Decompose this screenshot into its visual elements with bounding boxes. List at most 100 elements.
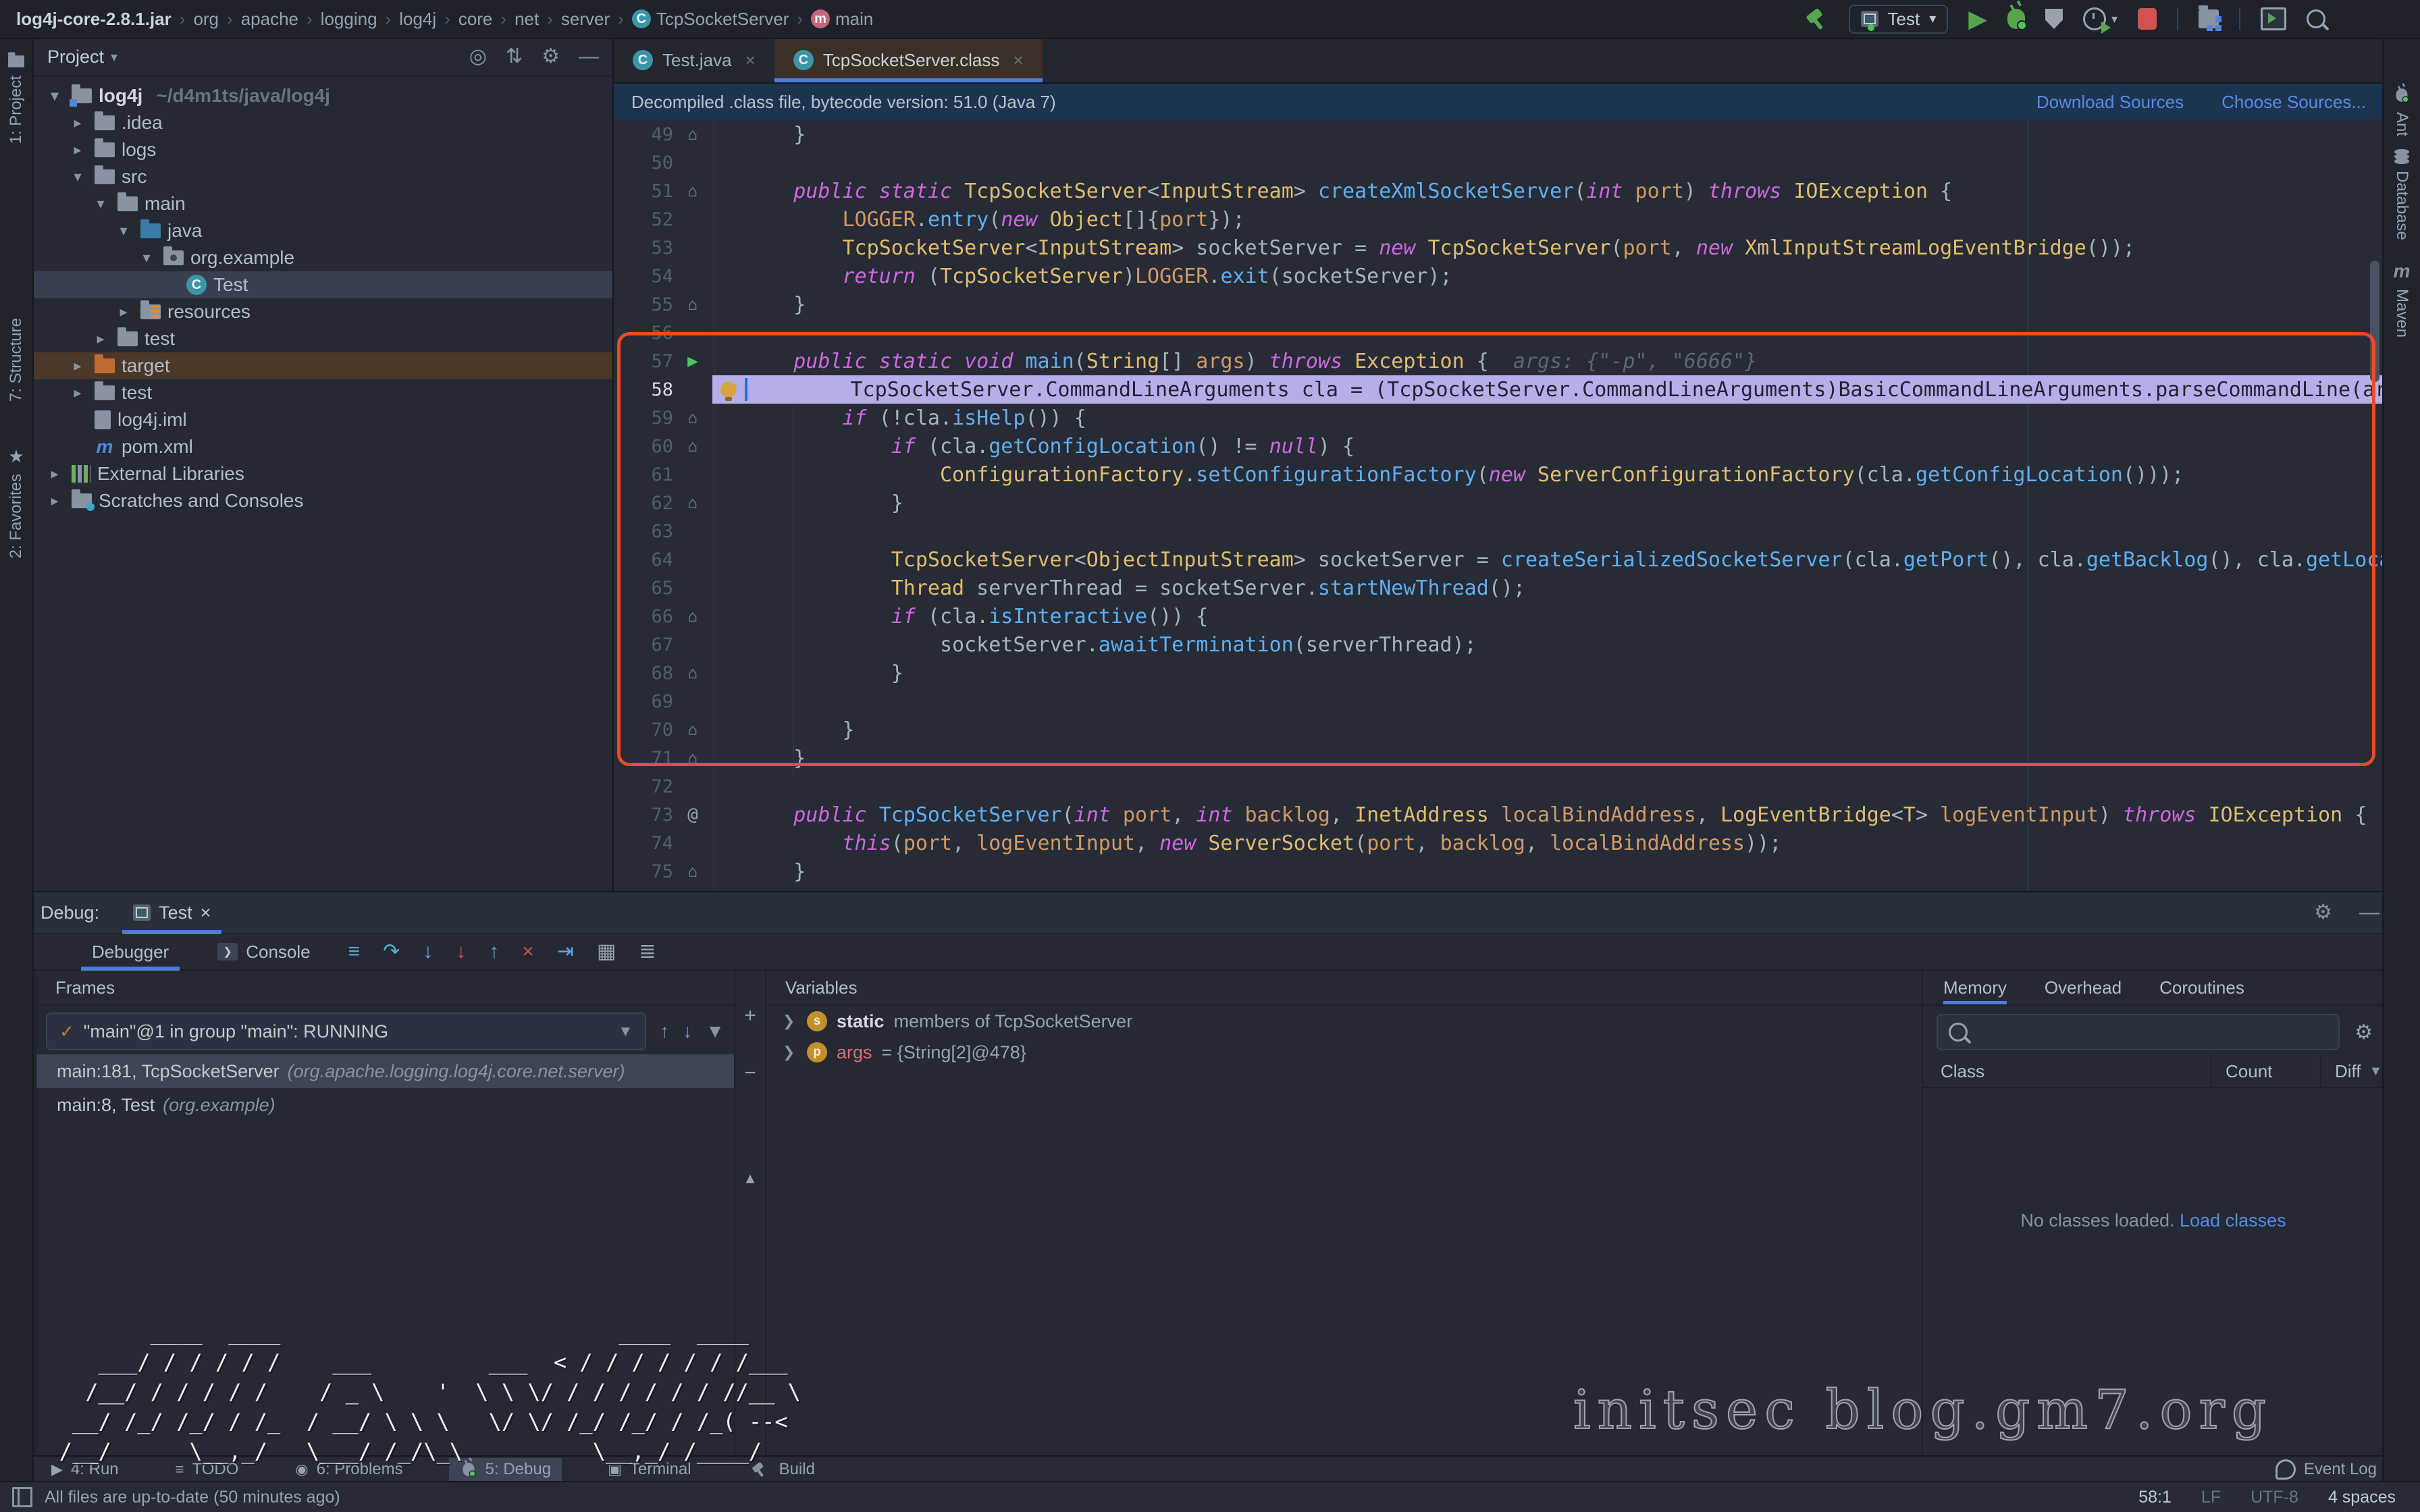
tree-item-resources[interactable]: ▸resources — [34, 298, 612, 325]
memory-tab-overhead[interactable]: Overhead — [2045, 971, 2122, 1004]
caret-position[interactable]: 58:1 — [2138, 1488, 2172, 1507]
breadcrumb-item[interactable]: server — [561, 9, 610, 30]
settings-icon[interactable]: ⚙ — [2314, 902, 2332, 923]
debug-session-tab[interactable]: Test × — [122, 892, 221, 933]
tree-item-external-libraries[interactable]: ▸External Libraries — [34, 460, 612, 487]
memory-tab-memory[interactable]: Memory — [1943, 971, 2007, 1004]
column-diff[interactable]: Diff▼ — [2320, 1056, 2384, 1087]
debug-icon[interactable] — [2007, 9, 2025, 29]
editor-scrollbar[interactable] — [2370, 261, 2379, 382]
chevron-down-icon[interactable]: ▾ — [45, 87, 65, 105]
chevron-right-icon[interactable]: ❯ — [783, 1013, 797, 1030]
move-up-icon[interactable]: ▲ — [743, 1170, 758, 1187]
tool-window-button-todo[interactable]: ≡TODO — [165, 1459, 250, 1480]
stripe-database-button[interactable]: Database — [2384, 149, 2420, 240]
step-out-icon[interactable]: ↑ — [489, 942, 499, 962]
stripe-ant-button[interactable]: Ant — [2384, 85, 2420, 136]
chevron-right-icon[interactable]: ▸ — [45, 492, 65, 510]
tool-window-button-6-problems[interactable]: ◉6: Problems — [284, 1459, 413, 1480]
drop-frame-icon[interactable]: × — [522, 942, 534, 962]
evaluate-expression-icon[interactable]: ▦ — [597, 942, 616, 962]
chevron-right-icon[interactable]: ▸ — [68, 114, 88, 132]
settings-icon[interactable]: ⚙ — [542, 47, 560, 67]
close-icon[interactable]: × — [745, 50, 756, 71]
chevron-right-icon[interactable]: ❯ — [783, 1044, 797, 1061]
stop-icon[interactable] — [2138, 8, 2157, 30]
variable-row[interactable]: ❯sstatic members of TcpSocketServer — [766, 1006, 1922, 1037]
settings-icon[interactable]: ⚙ — [2355, 1021, 2373, 1044]
chevron-right-icon[interactable]: ▸ — [45, 465, 65, 483]
chevron-down-icon[interactable]: ▾ — [113, 222, 134, 240]
breadcrumb-item[interactable]: core — [458, 9, 493, 30]
project-structure-icon[interactable] — [2199, 9, 2219, 28]
run-anything-icon[interactable] — [2261, 7, 2286, 30]
debug-tab-console[interactable]: ❯Console — [213, 934, 314, 969]
frame-row[interactable]: main:181, TcpSocketServer(org.apache.log… — [36, 1054, 734, 1088]
breadcrumb-item[interactable]: log4j-core-2.8.1.jar — [16, 9, 172, 30]
tab-test-java[interactable]: CTest.java× — [614, 38, 774, 82]
banner-link-choose[interactable]: Choose Sources... — [2221, 92, 2366, 113]
remove-watch-icon[interactable]: − — [744, 1062, 756, 1085]
chevron-right-icon[interactable]: ▸ — [68, 384, 88, 402]
debug-tab-debugger[interactable]: Debugger — [88, 934, 173, 969]
chevron-down-icon[interactable]: ▾ — [136, 249, 157, 267]
tree-item-scratches-and-consoles[interactable]: ▸Scratches and Consoles — [34, 487, 612, 514]
tree-item-log4j[interactable]: ▾log4j~/d4m1ts/java/log4j — [34, 82, 612, 109]
add-watch-icon[interactable]: + — [744, 1004, 756, 1027]
tree-item--idea[interactable]: ▸.idea — [34, 109, 612, 136]
breadcrumb-item[interactable]: CTcpSocketServer — [632, 9, 789, 30]
run-config-selector[interactable]: Test▾ — [1849, 5, 1949, 34]
tree-item-org-example[interactable]: ▾org.example — [34, 244, 612, 271]
stripe-structure-button[interactable]: 7: Structure — [0, 318, 32, 402]
column-class[interactable]: Class — [1923, 1061, 2211, 1082]
breadcrumb-item[interactable]: log4j — [399, 9, 436, 30]
chevron-right-icon[interactable]: ▸ — [113, 303, 134, 321]
chevron-down-icon[interactable]: ▾ — [68, 168, 88, 186]
tree-item-logs[interactable]: ▸logs — [34, 136, 612, 163]
stripe-project-button[interactable]: 1: Project — [0, 54, 32, 144]
breadcrumb-item[interactable]: org — [193, 9, 219, 30]
load-classes-link[interactable]: Load classes — [2180, 1210, 2286, 1231]
intention-bulb-icon[interactable] — [712, 381, 745, 398]
run-line-icon[interactable]: ▶ — [673, 347, 712, 375]
run-with-coverage-icon[interactable] — [2045, 9, 2063, 29]
chevron-right-icon[interactable]: ▸ — [68, 141, 88, 159]
locate-icon[interactable]: ◎ — [469, 47, 487, 67]
chevron-down-icon[interactable]: ▾ — [111, 49, 117, 65]
tree-item-main[interactable]: ▾main — [34, 190, 612, 217]
tree-item-log4j-iml[interactable]: log4j.iml — [34, 406, 612, 433]
chevron-down-icon[interactable]: ▾ — [90, 195, 111, 213]
thread-selector[interactable]: ✓ "main"@1 in group "main": RUNNING ▼ — [46, 1013, 646, 1050]
step-into-icon[interactable]: ↓ — [423, 942, 433, 962]
next-frame-icon[interactable]: ↓ — [683, 1021, 692, 1042]
tab-tcpsocketserver-class[interactable]: CTcpSocketServer.class× — [774, 38, 1043, 82]
tree-item-pom-xml[interactable]: mpom.xml — [34, 433, 612, 460]
breadcrumb-item[interactable]: logging — [321, 9, 377, 30]
hide-icon[interactable]: — — [2359, 902, 2379, 923]
variable-row[interactable]: ❯pargs = {String[2]@478} — [766, 1037, 1922, 1068]
build-hammer-icon[interactable] — [1806, 7, 1829, 30]
editor[interactable]: CTest.java×CTcpSocketServer.class× Decom… — [614, 38, 2384, 891]
indent-setting[interactable]: 4 spaces — [2328, 1488, 2396, 1507]
close-icon[interactable]: × — [201, 902, 211, 923]
tool-window-button-4-run[interactable]: ▶4: Run — [41, 1459, 130, 1480]
tool-window-button-5-debug[interactable]: 5: Debug — [449, 1458, 562, 1481]
chevron-right-icon[interactable]: ▸ — [68, 357, 88, 375]
tree-item-src[interactable]: ▾src — [34, 163, 612, 190]
event-log-button[interactable]: Event Log — [2276, 1459, 2377, 1480]
tree-item-test[interactable]: ▸test — [34, 325, 612, 352]
step-over-icon[interactable]: ↷ — [383, 942, 400, 962]
tree-item-java[interactable]: ▾java — [34, 217, 612, 244]
tool-window-button-build[interactable]: Build — [737, 1457, 826, 1482]
force-step-into-icon[interactable]: ↓ — [456, 942, 466, 962]
prev-frame-icon[interactable]: ↑ — [660, 1021, 669, 1042]
memory-search-input[interactable] — [1937, 1014, 2340, 1050]
stripe-favorites-button[interactable]: ★2: Favorites — [0, 446, 32, 558]
chevron-right-icon[interactable]: ▸ — [90, 330, 111, 348]
hide-icon[interactable]: — — [579, 47, 599, 67]
show-execution-point-icon[interactable]: ≡ — [348, 942, 361, 962]
stripe-maven-button[interactable]: mMaven — [2384, 261, 2420, 338]
line-ending[interactable]: LF — [2201, 1488, 2221, 1507]
filter-icon[interactable]: ▼ — [706, 1021, 725, 1042]
breadcrumb-item[interactable]: mmain — [811, 9, 873, 30]
